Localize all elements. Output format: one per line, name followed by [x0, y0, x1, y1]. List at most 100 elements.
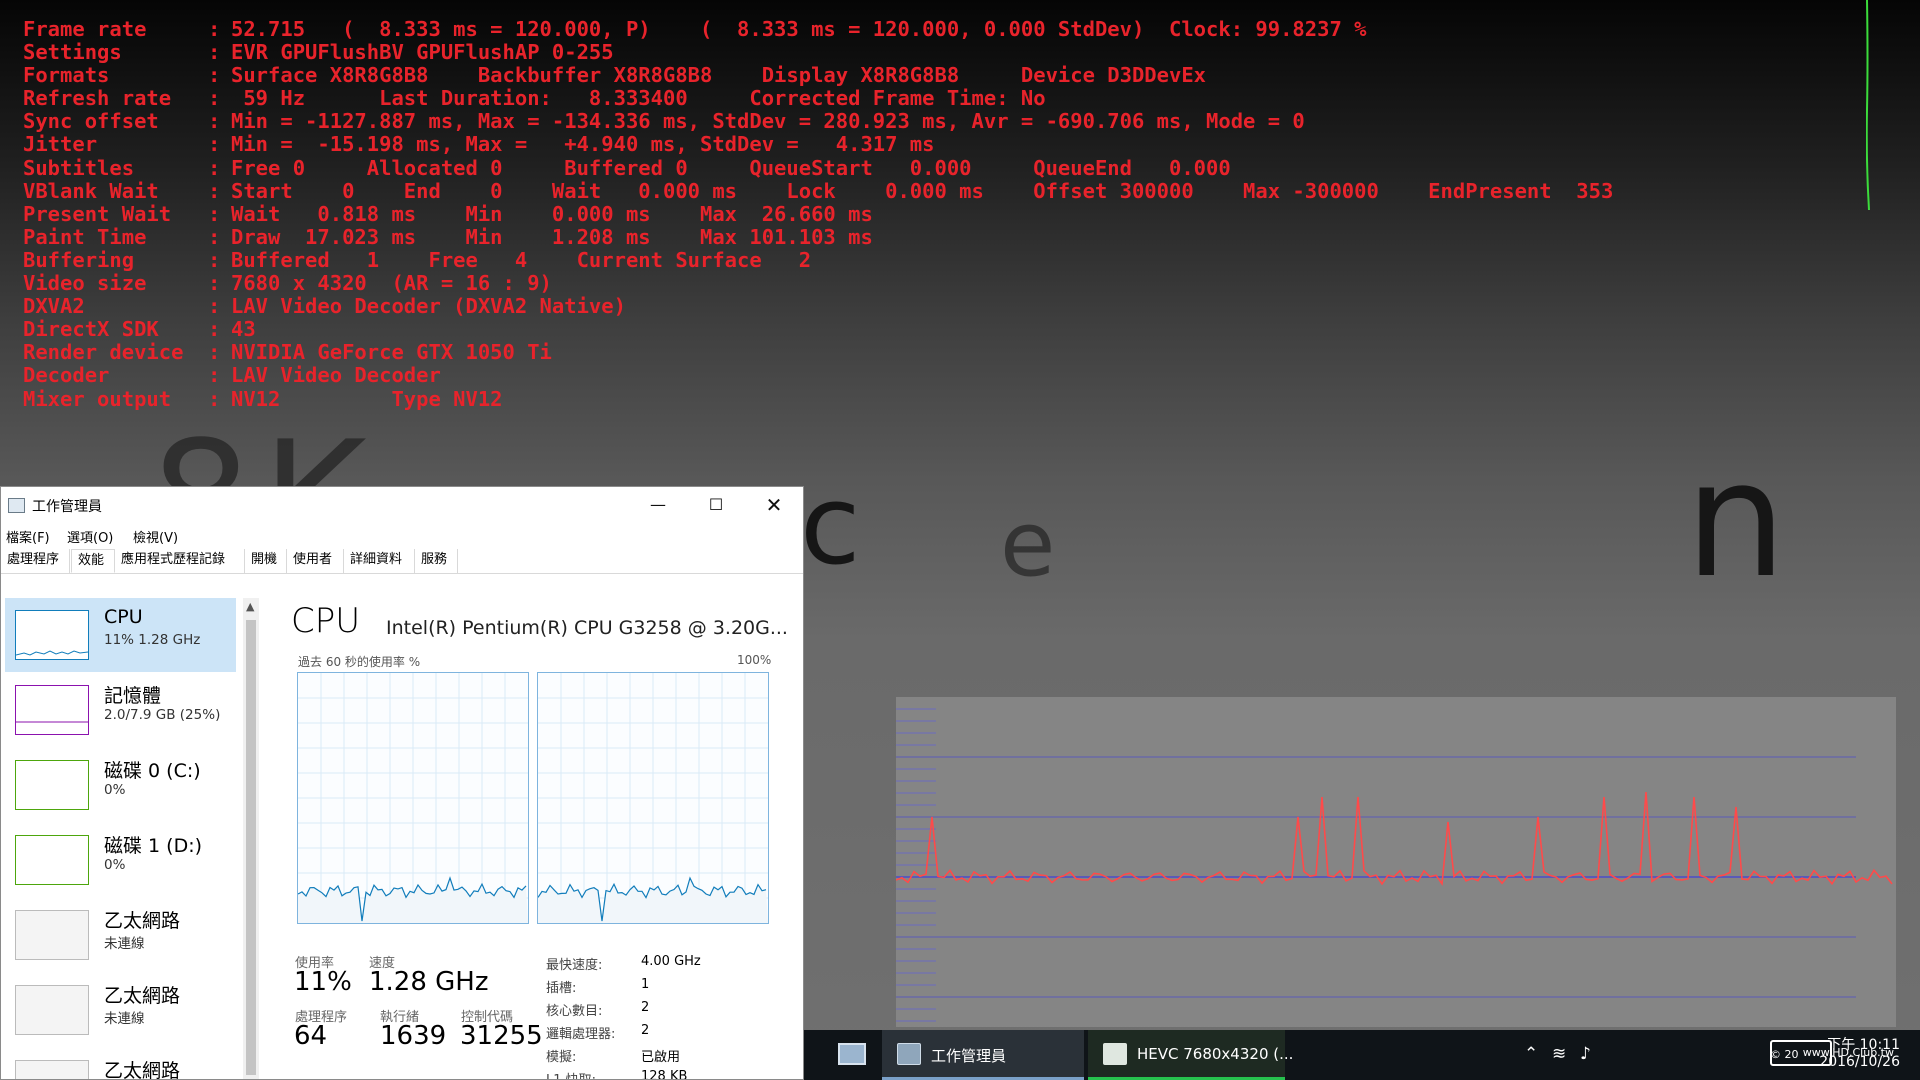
stat-row: Settings: EVR GPUFlushBV GPUFlushAP 0-255: [23, 40, 1613, 65]
taskbar-this-pc[interactable]: [804, 1030, 879, 1080]
stat-row: Sync offset: Min = -1127.887 ms, Max = -1…: [23, 110, 1613, 133]
volume-icon[interactable]: ♪: [1580, 1044, 1591, 1064]
taskbar-media-player[interactable]: HEVC 7680x4320 (...: [1088, 1030, 1293, 1080]
handles-value: 31255: [460, 1021, 543, 1051]
stat-value: 7680 x 4320 (AR = 16 : 9): [231, 271, 552, 296]
spec-value: 已啟用: [641, 1050, 681, 1065]
graph-max-label: 100%: [737, 653, 772, 667]
taskbar: 工作管理員 HEVC 7680x4320 (... ⌃ ≋ ♪ © 20 下午 …: [804, 1030, 1920, 1080]
resource-ethernet-2[interactable]: 乙太網路 未連線: [5, 973, 236, 1047]
menu-options[interactable]: 選項(O): [67, 527, 113, 546]
stat-value: Free 0 Allocated 0 Buffered 0 QueueStart…: [231, 155, 1231, 180]
stat-value: Buffered 1 Free 4 Current Surface 2: [231, 247, 812, 272]
resource-summary: 未連線: [104, 1011, 145, 1027]
stat-row: Buffering: Buffered 1 Free 4 Current Surf…: [23, 247, 1613, 272]
tab-processes[interactable]: 處理程序: [1, 549, 70, 573]
resource-memory[interactable]: 記憶體 2.0/7.9 GB (25%): [5, 673, 236, 747]
task-manager-window: 工作管理員 — ☐ ✕ 檔案(F) 選項(O) 檢視(V) 處理程序 效能 應用…: [0, 486, 804, 1080]
spec-label: 最快速度:: [546, 958, 603, 973]
stat-separator: :: [208, 86, 221, 111]
spec-label: 邏輯處理器:: [546, 1027, 616, 1042]
stat-value: LAV Video Decoder (DXVA2 Native): [231, 294, 626, 319]
taskbar-task-manager[interactable]: 工作管理員: [882, 1030, 1084, 1080]
disk-1-mini-graph: [15, 835, 89, 885]
resource-disk-0[interactable]: 磁碟 0 (C:) 0%: [5, 748, 236, 822]
maximize-button[interactable]: ☐: [687, 487, 745, 523]
tab-details[interactable]: 詳細資料: [344, 549, 415, 573]
menu-file[interactable]: 檔案(F): [6, 527, 50, 546]
tab-app-history[interactable]: 應用程式歷程記錄: [115, 549, 245, 573]
spec-value: 2: [641, 1000, 650, 1015]
stat-row: VBlank Wait: Start 0 End 0 Wait 0.000 ms …: [23, 178, 1613, 203]
resource-summary: 未連線: [104, 936, 145, 952]
cpu-detail-panel: CPU Intel(R) Pentium(R) CPU G3258 @ 3.20…: [263, 595, 803, 1079]
spec-label: 插槽:: [546, 981, 577, 996]
cpu-core-1-graph: [537, 672, 769, 924]
stat-value: LAV Video Decoder: [231, 363, 441, 388]
resource-ethernet-3[interactable]: 乙太網路: [5, 1048, 236, 1079]
stat-separator: :: [208, 317, 221, 342]
stat-value: 52.715 ( 8.333 ms = 120.000, P) ( 8.333 …: [231, 17, 1367, 41]
taskbar-app-label: 工作管理員: [931, 1047, 1007, 1065]
stat-label: Settings: [23, 40, 122, 65]
stat-label: Buffering: [23, 247, 135, 272]
stat-label: Refresh rate: [23, 86, 172, 111]
threads-value: 1639: [380, 1021, 447, 1051]
stat-separator: :: [208, 109, 221, 134]
stat-row: Present Wait: Wait 0.818 ms Min 0.000 ms …: [23, 201, 1613, 226]
stat-row: Refresh rate: 59 Hz Last Duration: 8.333…: [23, 87, 1613, 110]
resource-name: 乙太網路: [104, 910, 181, 932]
resource-list-scrollbar[interactable]: ▲: [243, 598, 259, 1079]
taskbar-app-label: HEVC 7680x4320 (...: [1137, 1045, 1294, 1063]
spec-value: 1: [641, 977, 650, 992]
stat-row: Frame rate:52.715 ( 8.333 ms = 120.000, …: [23, 17, 1613, 41]
utilization-value: 11%: [294, 967, 352, 997]
watermark-year: © 20: [1770, 1048, 1799, 1061]
stat-label: Formats: [23, 63, 110, 88]
ethernet-mini-graph: [15, 910, 89, 960]
close-button[interactable]: ✕: [745, 487, 803, 523]
wifi-icon[interactable]: ≋: [1552, 1044, 1566, 1064]
resource-disk-1[interactable]: 磁碟 1 (D:) 0%: [5, 823, 236, 897]
stat-row: Paint Time: Draw 17.023 ms Min 1.208 ms M…: [23, 224, 1613, 249]
system-tray: ⌃ ≋ ♪ © 20 下午 10:11 www.HD.Club.tw 2016/…: [1500, 1030, 1920, 1080]
stat-separator: :: [208, 63, 221, 88]
video-title-text-mid2: e: [1000, 492, 1056, 597]
stat-row: Render device: NVIDIA GeForce GTX 1050 Ti: [23, 341, 1613, 364]
scrollbar-thumb[interactable]: [246, 620, 256, 1075]
processes-value: 64: [294, 1021, 328, 1051]
stat-separator: :: [208, 155, 221, 180]
stat-value: Draw 17.023 ms Min 1.208 ms Max 101.103 …: [231, 224, 873, 249]
resource-ethernet-1[interactable]: 乙太網路 未連線: [5, 898, 236, 972]
stat-label: Sync offset: [23, 109, 159, 134]
cpu-mini-graph: [15, 610, 89, 660]
spec-label: L1 快取:: [546, 1069, 596, 1079]
scroll-up-icon[interactable]: ▲: [246, 600, 254, 613]
stat-row: Video size:7680 x 4320 (AR = 16 : 9): [23, 271, 1613, 296]
window-title: 工作管理員: [32, 499, 102, 515]
stat-label: VBlank Wait: [23, 178, 159, 203]
chevron-up-icon[interactable]: ⌃: [1524, 1044, 1538, 1064]
spec-value: 4.00 GHz: [641, 954, 701, 969]
tab-services[interactable]: 服務: [415, 549, 458, 573]
video-title-text-right: n: [1685, 426, 1787, 613]
tab-users[interactable]: 使用者: [287, 549, 344, 573]
stat-row: Decoder: LAV Video Decoder: [23, 364, 1613, 387]
clock-date[interactable]: 2016/10/26: [1819, 1054, 1900, 1070]
menu-view[interactable]: 檢視(V): [133, 527, 178, 546]
stat-value: 43: [231, 317, 256, 342]
title-bar[interactable]: 工作管理員 — ☐ ✕: [1, 487, 803, 523]
stat-value: NVIDIA GeForce GTX 1050 Ti: [231, 340, 552, 365]
stat-label: Present Wait: [23, 201, 172, 226]
tab-startup[interactable]: 開機: [245, 549, 287, 573]
resource-cpu[interactable]: CPU 11% 1.28 GHz: [5, 598, 236, 672]
graph-caption: 過去 60 秒的使用率 %: [298, 655, 421, 669]
minimize-button[interactable]: —: [629, 487, 687, 523]
stat-separator: :: [208, 178, 221, 203]
tab-performance[interactable]: 效能: [71, 549, 115, 573]
stat-separator: :: [208, 224, 221, 249]
stat-label: DXVA2: [23, 294, 85, 319]
stat-row: Jitter: Min = -15.198 ms, Max = +4.940 ms…: [23, 133, 1613, 156]
stat-separator: :: [208, 294, 221, 319]
resource-name: 乙太網路: [104, 985, 181, 1007]
